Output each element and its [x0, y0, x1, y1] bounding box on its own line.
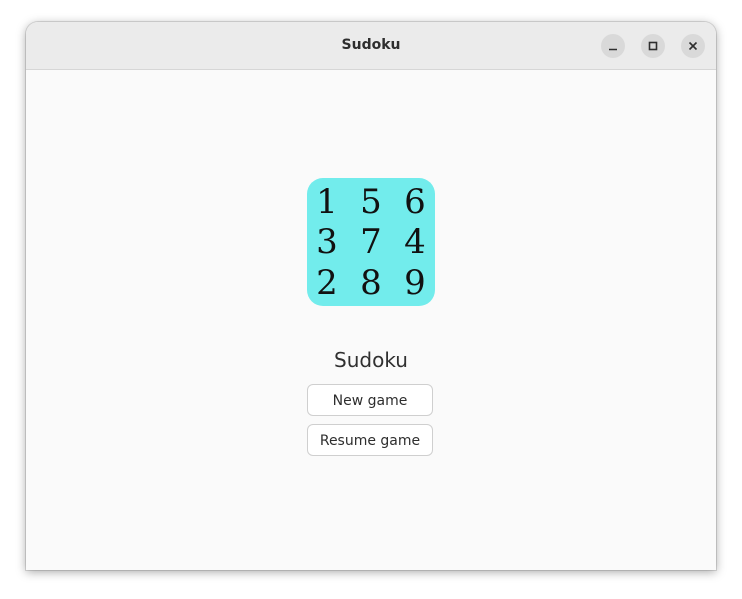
close-icon: [688, 41, 698, 51]
icon-digit: 7: [360, 222, 382, 262]
new-game-button[interactable]: New game: [307, 384, 433, 416]
icon-digit: 3: [316, 222, 338, 262]
maximize-icon: [648, 41, 658, 51]
icon-digit: 4: [404, 222, 426, 262]
main-content: 1 5 6 3 7 4 2 8 9 Sudoku New game Resume…: [26, 70, 716, 570]
close-button[interactable]: [681, 34, 705, 58]
icon-digit: 9: [404, 263, 426, 303]
app-window: Sudoku 1 5 6 3 7 4 2 8 9 Sudoku New game…: [26, 22, 716, 570]
maximize-button[interactable]: [641, 34, 665, 58]
minimize-icon: [609, 48, 617, 51]
icon-digit: 6: [404, 182, 426, 222]
icon-digit: 5: [360, 182, 382, 222]
app-name-label: Sudoku: [334, 348, 408, 372]
icon-digit: 1: [316, 182, 338, 222]
resume-game-button[interactable]: Resume game: [307, 424, 433, 456]
icon-digit: 2: [316, 263, 338, 303]
icon-digit: 8: [360, 263, 382, 303]
minimize-button[interactable]: [601, 34, 625, 58]
title-bar[interactable]: Sudoku: [26, 22, 716, 70]
sudoku-app-icon: 1 5 6 3 7 4 2 8 9: [307, 178, 435, 306]
